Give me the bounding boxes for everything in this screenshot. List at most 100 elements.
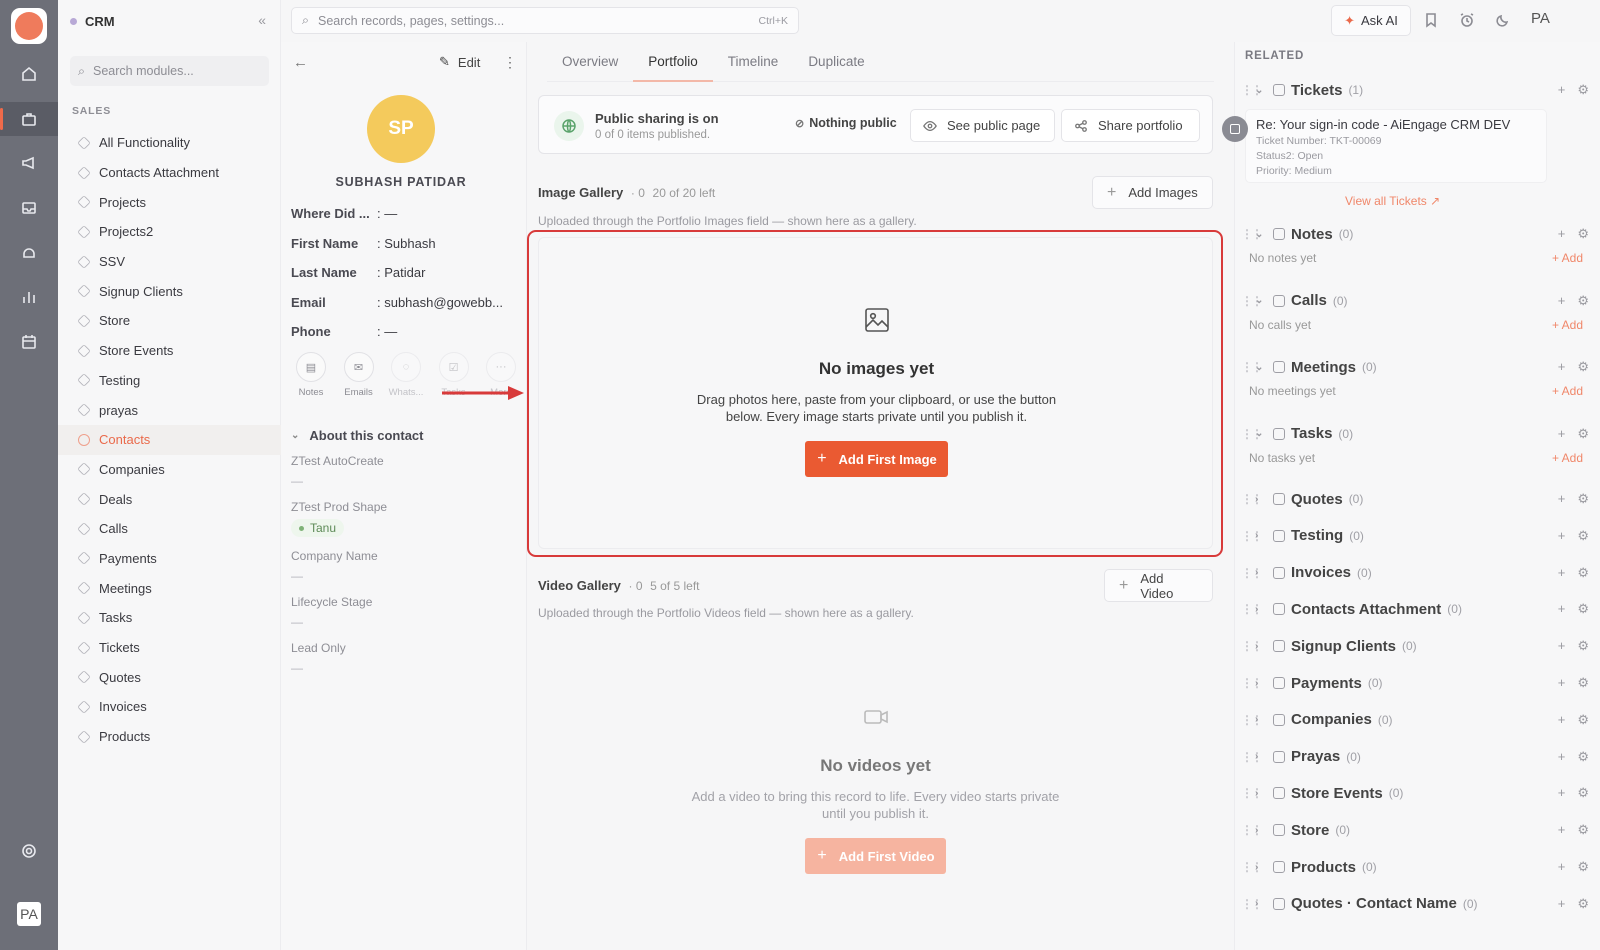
more-options-icon[interactable]: ⋮ (503, 54, 517, 71)
alarm-button[interactable] (1459, 12, 1475, 28)
add-images-button[interactable]: + Add Images (1092, 176, 1213, 209)
gear-icon[interactable]: ⚙ (1577, 749, 1589, 765)
related-group-header[interactable]: ⋮⋮ › Quotes (0) + ⚙ (1235, 487, 1600, 511)
chevron-right-icon[interactable]: › (1255, 678, 1269, 689)
tab-timeline[interactable]: Timeline (713, 42, 794, 82)
field-value[interactable]: : Subhash (377, 236, 517, 251)
drag-handle-icon[interactable]: ⋮⋮ (1241, 602, 1263, 616)
chevron-right-icon[interactable]: › (1255, 862, 1269, 873)
sidebar-item-meetings[interactable]: Meetings (58, 573, 281, 603)
rail-calendar[interactable] (0, 325, 58, 359)
plus-icon[interactable]: + (1558, 601, 1566, 617)
gear-icon[interactable]: ⚙ (1577, 528, 1589, 544)
related-group-header[interactable]: ⋮⋮ ⌄ Tickets (1) + ⚙ (1235, 78, 1600, 102)
sidebar-item-quotes[interactable]: Quotes (58, 662, 281, 692)
related-group-header[interactable]: ⋮⋮ ⌄ Calls (0) + ⚙ (1235, 289, 1600, 313)
plus-icon[interactable]: + (1558, 785, 1566, 801)
user-avatar[interactable]: PA (17, 902, 41, 926)
rail-marketing[interactable] (0, 146, 58, 180)
plus-icon[interactable]: + (1558, 293, 1566, 309)
chevron-icon[interactable]: ⌄ (1255, 295, 1269, 306)
tab-duplicate[interactable]: Duplicate (793, 42, 879, 82)
drag-handle-icon[interactable]: ⋮⋮ (1241, 750, 1263, 764)
plus-icon[interactable]: + (1558, 82, 1566, 98)
ask-ai-button[interactable]: ✦ Ask AI (1331, 5, 1411, 36)
gear-icon[interactable]: ⚙ (1577, 359, 1589, 375)
about-field-value[interactable]: — (291, 661, 521, 675)
related-group-header[interactable]: ⋮⋮ › Products (0) + ⚙ (1235, 855, 1600, 879)
plus-icon[interactable]: + (1558, 822, 1566, 838)
plus-icon[interactable]: + (1558, 426, 1566, 442)
sidebar-item-projects2[interactable]: Projects2 (58, 217, 281, 247)
plus-icon[interactable]: + (1558, 859, 1566, 875)
chevron-right-icon[interactable]: › (1255, 751, 1269, 762)
drag-handle-icon[interactable]: ⋮⋮ (1241, 529, 1263, 543)
drag-handle-icon[interactable]: ⋮⋮ (1241, 823, 1263, 837)
chevron-right-icon[interactable]: › (1255, 898, 1269, 909)
related-add-link[interactable]: + Add (1552, 451, 1583, 465)
chevron-right-icon[interactable]: › (1255, 567, 1269, 578)
rail-settings[interactable] (0, 834, 58, 868)
bookmark-button[interactable] (1423, 12, 1439, 28)
about-field-value[interactable]: — (291, 615, 521, 629)
plus-icon[interactable]: + (1558, 491, 1566, 507)
edit-button[interactable]: ✎ Edit (439, 54, 480, 70)
app-logo[interactable] (11, 8, 47, 44)
collapse-sidebar-icon[interactable]: « (258, 12, 266, 28)
related-add-link[interactable]: + Add (1552, 384, 1583, 398)
rail-home[interactable] (0, 57, 58, 91)
share-portfolio-button[interactable]: Share portfolio (1061, 109, 1200, 142)
gear-icon[interactable]: ⚙ (1577, 638, 1589, 654)
related-group-header[interactable]: ⋮⋮ › Payments (0) + ⚙ (1235, 671, 1600, 695)
drag-handle-icon[interactable]: ⋮⋮ (1241, 360, 1263, 374)
related-group-header[interactable]: ⋮⋮ › Quotes · Contact Name (0) + ⚙ (1235, 892, 1600, 916)
sidebar-item-testing[interactable]: Testing (58, 366, 281, 396)
plus-icon[interactable]: + (1558, 565, 1566, 581)
plus-icon[interactable]: + (1558, 638, 1566, 654)
related-group-header[interactable]: ⋮⋮ › Prayas (0) + ⚙ (1235, 745, 1600, 769)
related-add-link[interactable]: + Add (1552, 251, 1583, 265)
field-value[interactable]: : — (377, 324, 517, 339)
drag-handle-icon[interactable]: ⋮⋮ (1241, 427, 1263, 441)
chevron-down-icon[interactable]: ⌄ (1255, 85, 1269, 96)
related-add-link[interactable]: + Add (1552, 318, 1583, 332)
drag-handle-icon[interactable]: ⋮⋮ (1241, 492, 1263, 506)
gear-icon[interactable]: ⚙ (1577, 565, 1589, 581)
rail-support[interactable] (0, 236, 58, 270)
sidebar-item-companies[interactable]: Companies (58, 455, 281, 485)
chevron-icon[interactable]: ⌄ (1255, 362, 1269, 373)
nothing-public-button[interactable]: ⊘ Nothing public (795, 116, 897, 130)
plus-icon[interactable]: + (1558, 896, 1566, 912)
related-group-header[interactable]: ⋮⋮ › Companies (0) + ⚙ (1235, 708, 1600, 732)
action-whats[interactable]: ◌ Whats... (386, 352, 426, 398)
sidebar-item-calls[interactable]: Calls (58, 514, 281, 544)
about-field-value[interactable]: — (291, 569, 521, 583)
drag-handle-icon[interactable]: ⋮⋮ (1241, 227, 1263, 241)
about-section-toggle[interactable]: ⌄ About this contact (291, 428, 424, 443)
gear-icon[interactable]: ⚙ (1577, 293, 1589, 309)
sidebar-item-all-functionality[interactable]: All Functionality (58, 128, 281, 158)
field-value[interactable]: : Patidar (377, 265, 517, 280)
gear-icon[interactable]: ⚙ (1577, 675, 1589, 691)
sidebar-item-ssv[interactable]: SSV (58, 247, 281, 277)
about-field-value[interactable]: — (291, 474, 521, 488)
drag-handle-icon[interactable]: ⋮⋮ (1241, 294, 1263, 308)
drag-handle-icon[interactable]: ⋮⋮ (1241, 639, 1263, 653)
related-group-header[interactable]: ⋮⋮ › Signup Clients (0) + ⚙ (1235, 634, 1600, 658)
gear-icon[interactable]: ⚙ (1577, 491, 1589, 507)
user-menu[interactable]: PA (1531, 10, 1550, 27)
tab-portfolio[interactable]: Portfolio (633, 42, 713, 82)
related-group-header[interactable]: ⋮⋮ › Invoices (0) + ⚙ (1235, 561, 1600, 585)
theme-toggle[interactable] (1495, 12, 1511, 28)
chevron-right-icon[interactable]: › (1255, 714, 1269, 725)
drag-handle-icon[interactable]: ⋮⋮ (1241, 713, 1263, 727)
related-group-header[interactable]: ⋮⋮ › Store (0) + ⚙ (1235, 818, 1600, 842)
sidebar-item-store[interactable]: Store (58, 306, 281, 336)
plus-icon[interactable]: + (1558, 675, 1566, 691)
related-group-header[interactable]: ⋮⋮ ⌄ Tasks (0) + ⚙ (1235, 422, 1600, 446)
module-search-input[interactable]: ⌕ Search modules... (70, 56, 269, 86)
chevron-icon[interactable]: ⌄ (1255, 229, 1269, 240)
related-group-header[interactable]: ⋮⋮ ⌄ Meetings (0) + ⚙ (1235, 355, 1600, 379)
drag-handle-icon[interactable]: ⋮⋮ (1241, 786, 1263, 800)
related-group-header[interactable]: ⋮⋮ › Store Events (0) + ⚙ (1235, 781, 1600, 805)
